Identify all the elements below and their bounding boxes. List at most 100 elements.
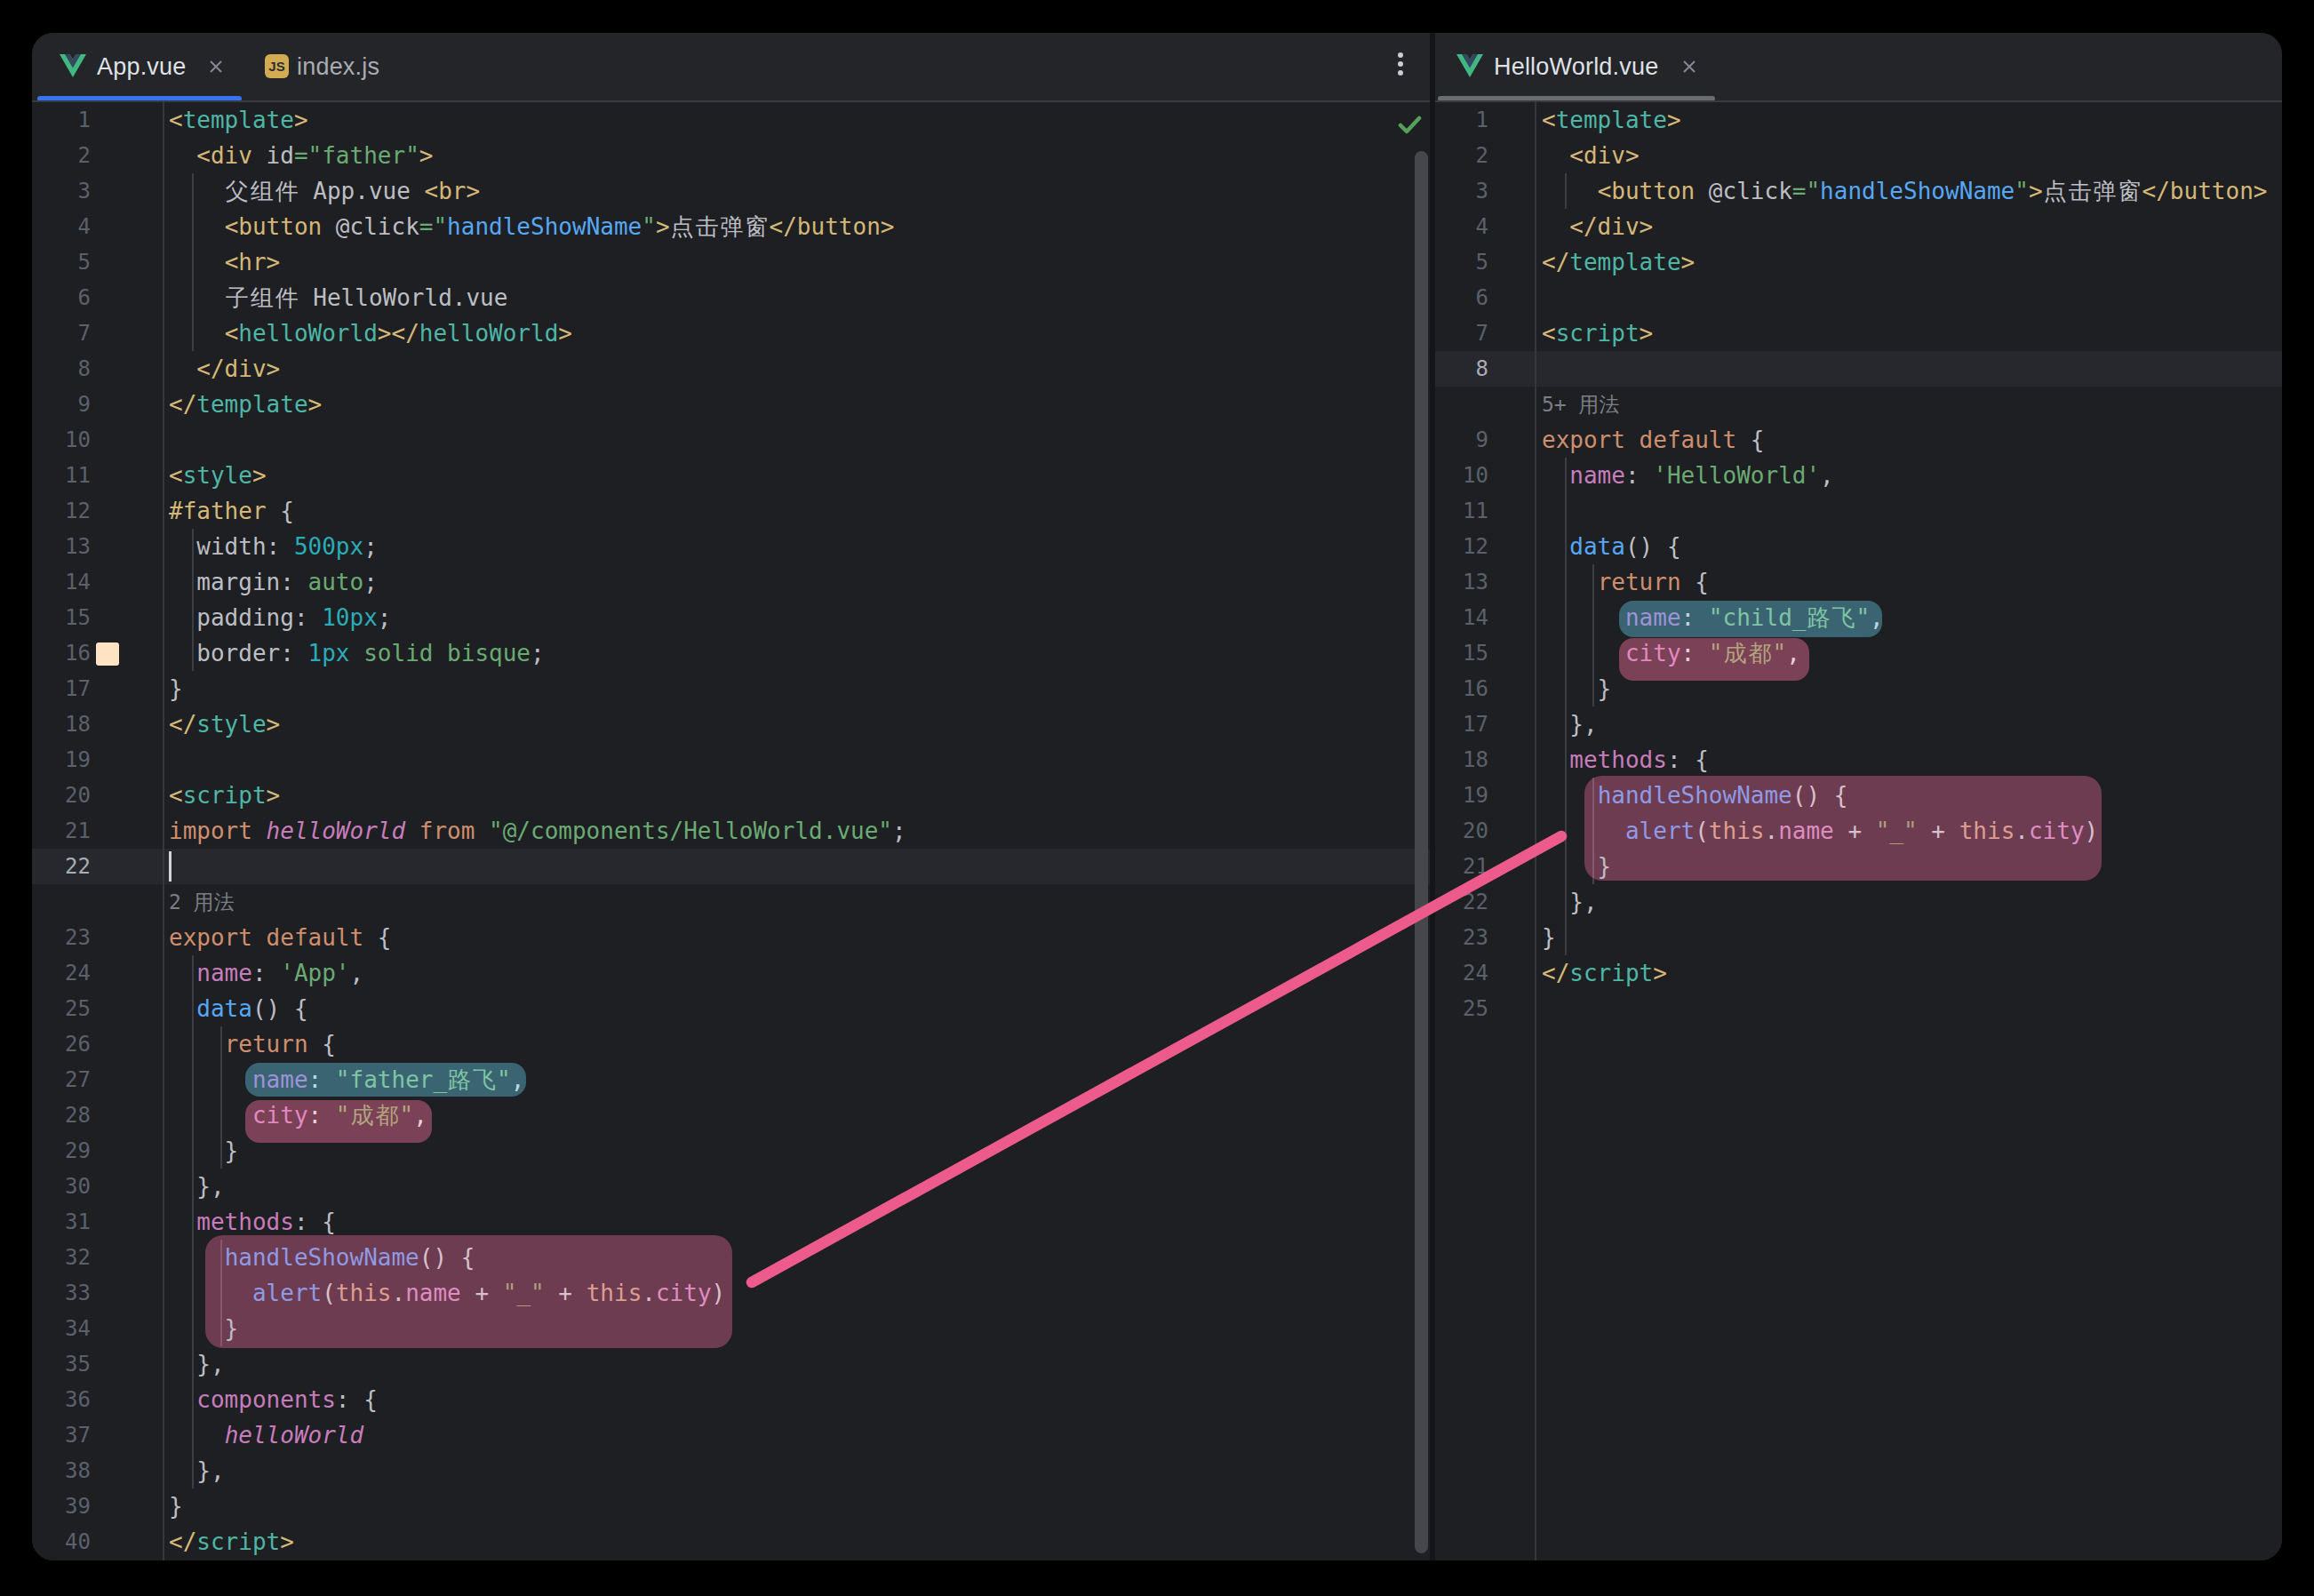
code-line[interactable]: } <box>1542 849 1611 884</box>
current-line-highlight <box>1435 351 2282 387</box>
line-number: 7 <box>1435 315 1488 351</box>
code-line[interactable]: </div> <box>1542 209 1653 244</box>
inlay-usages-hint[interactable]: 2 用法 <box>169 884 235 920</box>
code-line[interactable]: export default { <box>169 920 391 955</box>
code-line[interactable]: <hr> <box>169 244 280 280</box>
code-line[interactable]: }, <box>1542 706 1598 742</box>
code-line[interactable]: components: { <box>169 1382 378 1417</box>
code-line[interactable]: }, <box>169 1169 225 1204</box>
line-number: 32 <box>32 1240 91 1275</box>
code-line[interactable]: }, <box>1542 884 1598 920</box>
code-line[interactable]: }, <box>169 1453 225 1488</box>
line-number: 13 <box>32 529 91 564</box>
line-number: 4 <box>1435 209 1488 244</box>
code-line[interactable]: } <box>169 1311 238 1346</box>
code-line[interactable]: <div> <box>1542 138 1640 173</box>
code-line[interactable]: </template> <box>169 387 322 422</box>
code-line[interactable]: alert(this.name + "_" + this.city) <box>169 1275 725 1311</box>
code-line[interactable]: } <box>1542 920 1556 955</box>
line-number: 9 <box>32 387 91 422</box>
tab-app-vue[interactable]: App.vue <box>32 33 242 100</box>
code-line[interactable]: data() { <box>1542 529 1681 564</box>
js-file-icon: JS <box>265 54 289 78</box>
code-line[interactable]: name: 'App', <box>169 955 363 991</box>
code-line[interactable]: methods: { <box>169 1204 336 1240</box>
code-line[interactable]: } <box>1542 671 1611 706</box>
line-number: 21 <box>32 813 91 849</box>
line-number: 20 <box>32 778 91 813</box>
color-preview-swatch[interactable] <box>96 642 119 666</box>
code-line[interactable]: }, <box>169 1346 225 1382</box>
code-line[interactable]: data() { <box>169 991 308 1026</box>
code-line[interactable]: return { <box>169 1026 336 1062</box>
code-line[interactable]: <button @click="handleShowName">点击弹窗</bu… <box>1542 173 2267 209</box>
code-line[interactable]: } <box>169 1133 238 1169</box>
code-line[interactable]: name: "father_路飞", <box>169 1062 524 1097</box>
tabbar-left: App.vue JS index.js <box>32 33 1430 100</box>
line-number: 33 <box>32 1275 91 1311</box>
code-line[interactable]: name: 'HelloWorld', <box>1542 458 1834 493</box>
code-line[interactable]: </script> <box>1542 955 1667 991</box>
scrollbar-thumb[interactable] <box>1415 151 1428 1553</box>
close-icon[interactable] <box>1680 58 1698 76</box>
code-line[interactable]: border: 1px solid bisque; <box>169 635 545 671</box>
line-number: 4 <box>32 209 91 244</box>
code-line[interactable]: </script> <box>169 1524 294 1560</box>
code-line[interactable]: handleShowName() { <box>169 1240 475 1275</box>
code-line[interactable]: </template> <box>1542 244 1695 280</box>
code-line[interactable]: <style> <box>169 458 267 493</box>
line-number: 10 <box>1435 458 1488 493</box>
code-line[interactable]: </style> <box>169 706 280 742</box>
inlay-usages-hint[interactable]: 5+ 用法 <box>1542 387 1620 422</box>
code-line[interactable]: #father { <box>169 493 294 529</box>
code-line[interactable]: padding: 10px; <box>169 600 391 635</box>
code-line[interactable]: <script> <box>169 778 280 813</box>
code-line[interactable]: <template> <box>1542 102 1681 138</box>
tab-label: App.vue <box>97 53 186 81</box>
code-line[interactable]: } <box>169 671 183 706</box>
code-line[interactable]: margin: auto; <box>169 564 378 600</box>
code-line[interactable]: <button @click="handleShowName">点击弹窗</bu… <box>169 209 894 244</box>
code-line[interactable]: 子组件 HelloWorld.vue <box>169 280 507 315</box>
kebab-menu-icon[interactable] <box>1390 49 1411 84</box>
inspections-ok-icon[interactable] <box>1398 115 1423 140</box>
text-cursor <box>169 851 172 882</box>
line-number: 19 <box>32 742 91 778</box>
close-icon[interactable] <box>207 58 225 76</box>
code-line[interactable]: width: 500px; <box>169 529 378 564</box>
editor-helloworld-vue[interactable]: 1<template>2 <div>3 <button @click="hand… <box>1435 102 2282 1560</box>
code-line[interactable]: name: "child_路飞", <box>1542 600 1884 635</box>
code-line[interactable]: return { <box>1542 564 1709 600</box>
tab-index-js[interactable]: JS index.js <box>254 33 432 100</box>
line-number: 16 <box>1435 671 1488 706</box>
line-number: 24 <box>1435 955 1488 991</box>
line-number: 12 <box>1435 529 1488 564</box>
code-line[interactable]: city: "成都", <box>169 1097 427 1133</box>
code-line[interactable]: helloWorld <box>169 1417 363 1453</box>
code-line[interactable]: handleShowName() { <box>1542 778 1847 813</box>
line-number: 9 <box>1435 422 1488 458</box>
line-number: 8 <box>32 351 91 387</box>
code-line[interactable]: methods: { <box>1542 742 1709 778</box>
code-line[interactable]: alert(this.name + "_" + this.city) <box>1542 813 2098 849</box>
code-line[interactable]: import helloWorld from "@/components/Hel… <box>169 813 906 849</box>
code-line[interactable]: export default { <box>1542 422 1764 458</box>
line-number: 6 <box>32 280 91 315</box>
line-number: 35 <box>32 1346 91 1382</box>
code-line[interactable]: 父组件 App.vue <br> <box>169 173 480 209</box>
code-line[interactable]: <helloWorld></helloWorld> <box>169 315 572 351</box>
vue-logo-icon <box>1456 54 1483 81</box>
code-line[interactable]: <div id="father"> <box>169 138 433 173</box>
code-line[interactable]: city: "成都", <box>1542 635 1800 671</box>
code-line[interactable]: } <box>169 1488 183 1524</box>
code-line[interactable]: </div> <box>169 351 280 387</box>
line-number: 26 <box>32 1026 91 1062</box>
line-number: 37 <box>32 1417 91 1453</box>
line-number: 3 <box>1435 173 1488 209</box>
code-line[interactable]: <script> <box>1542 315 1653 351</box>
line-number: 38 <box>32 1453 91 1488</box>
tab-helloworld-vue[interactable]: HelloWorld.vue <box>1435 33 1720 100</box>
code-line[interactable]: <template> <box>169 102 308 138</box>
editor-app-vue[interactable]: 1<template>2 <div id="father">3 父组件 App.… <box>32 102 1430 1560</box>
line-number: 13 <box>1435 564 1488 600</box>
